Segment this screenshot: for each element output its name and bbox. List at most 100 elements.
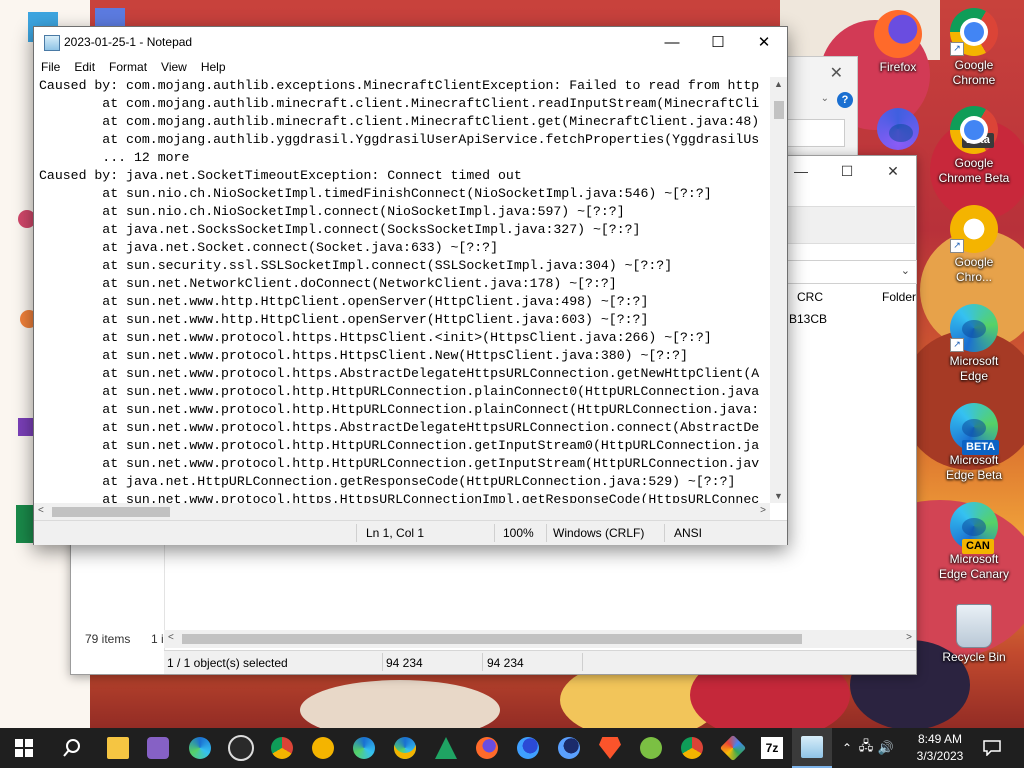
chevron-down-icon[interactable]: ⌄: [901, 264, 910, 277]
desktop-icon-firefox[interactable]: Firefox: [860, 10, 936, 75]
dialog-field[interactable]: [787, 119, 845, 147]
triangle-app-icon: [435, 737, 457, 759]
text-line: at com.mojang.authlib.minecraft.client.M…: [39, 114, 760, 129]
help-icon[interactable]: ?: [837, 92, 853, 108]
notepad-icon: [801, 736, 823, 758]
horizontal-scrollbar[interactable]: < >: [34, 503, 770, 520]
recycle-bin-icon: [956, 604, 992, 648]
volume-icon[interactable]: 🔊: [876, 740, 896, 756]
text-line: at sun.net.www.http.HttpClient.openServe…: [39, 312, 649, 327]
taskbar-firefox-dev[interactable]: [508, 728, 548, 768]
text-line: at java.net.HttpURLConnection.getRespons…: [39, 474, 736, 489]
text-line: at sun.net.www.protocol.http.HttpURLConn…: [39, 438, 760, 453]
7zip-column-header: CRC Folder: [787, 286, 916, 308]
title-bar[interactable]: 2023-01-25-1 - Notepad — ☐ ✕: [34, 27, 787, 57]
taskbar-brave[interactable]: [590, 728, 630, 768]
size-value: 94 234: [386, 656, 423, 670]
cursor-position: Ln 1, Col 1: [366, 526, 425, 540]
text-line: at java.net.SocksSocketImpl.connect(Sock…: [39, 222, 641, 237]
desktop-icon-google-chrome-beta[interactable]: Beta Google Chrome Beta: [936, 106, 1012, 186]
text-line: at java.net.Socket.connect(Socket.java:6…: [39, 240, 498, 255]
desktop-icon-microsoft-edge-canary[interactable]: CAN Microsoft Edge Canary: [936, 502, 1012, 582]
clock-time: 8:49 AM: [917, 732, 963, 746]
desktop-icon-microsoft-edge-beta[interactable]: BETA Microsoft Edge Beta: [936, 403, 1012, 483]
text-line: at sun.net.www.protocol.https.AbstractDe…: [39, 420, 760, 435]
window-controls: — ☐ ✕: [649, 27, 787, 57]
scroll-right-arrow-icon[interactable]: >: [760, 505, 766, 516]
firefox-icon: [874, 10, 922, 58]
taskbar-chrome[interactable]: [672, 728, 712, 768]
menu-file[interactable]: File: [34, 57, 67, 77]
taskbar-chrome-beta[interactable]: [262, 728, 302, 768]
taskbar-7zip[interactable]: 7z: [752, 728, 792, 768]
7zip-address-bar[interactable]: ⌄: [787, 260, 917, 284]
column-crc[interactable]: CRC: [797, 290, 823, 304]
text-line: at sun.net.www.protocol.https.HttpsClien…: [39, 330, 712, 345]
chrome-beta-icon: Beta: [950, 106, 998, 154]
window-title: 2023-01-25-1 - Notepad: [64, 35, 193, 49]
scroll-left-arrow-icon[interactable]: <: [38, 505, 44, 516]
taskbar-green-app[interactable]: [631, 728, 671, 768]
scroll-left-arrow-icon[interactable]: <: [168, 632, 174, 643]
maximize-button[interactable]: ☐: [824, 156, 870, 186]
folder-icon: [107, 737, 129, 759]
edge-beta-icon: [353, 737, 375, 759]
scroll-thumb[interactable]: [52, 507, 170, 517]
desktop-icon-google-chrome-canary[interactable]: ↗ Google Chro...: [936, 205, 1012, 285]
clock[interactable]: 8:49 AM 3/3/2023: [900, 731, 980, 765]
scroll-right-arrow-icon[interactable]: >: [906, 632, 912, 643]
taskbar-edge[interactable]: [180, 728, 220, 768]
horizontal-scrollbar[interactable]: < >: [164, 630, 916, 648]
desktop-icon-edge-partial[interactable]: [860, 108, 936, 152]
chevron-up-icon[interactable]: ⌃: [838, 741, 856, 755]
vertical-scrollbar[interactable]: ▲ ▼: [770, 77, 787, 503]
taskbar-sheets[interactable]: [426, 728, 466, 768]
system-tray: ⌃ 🖧 🔊: [838, 728, 896, 768]
text-line: at sun.nio.ch.NioSocketImpl.timedFinishC…: [39, 186, 712, 201]
shortcut-arrow-icon: ↗: [950, 338, 964, 352]
network-icon[interactable]: 🖧: [856, 737, 876, 759]
taskbar-chrome-canary[interactable]: [303, 728, 343, 768]
scroll-up-arrow-icon[interactable]: ▲: [774, 79, 783, 89]
start-button[interactable]: [4, 728, 44, 768]
notification-icon: [983, 740, 1001, 756]
chevron-down-icon[interactable]: ⌄: [821, 93, 829, 104]
notepad-window[interactable]: 2023-01-25-1 - Notepad — ☐ ✕ File Edit F…: [33, 26, 788, 545]
taskbar-edge-canary[interactable]: [385, 728, 425, 768]
scroll-thumb[interactable]: [182, 634, 802, 644]
close-icon[interactable]: ✕: [830, 63, 843, 83]
taskbar-multicolor-app[interactable]: [713, 728, 753, 768]
edge-canary-icon: CAN: [950, 502, 998, 554]
text-line: at sun.net.NetworkClient.doConnect(Netwo…: [39, 276, 617, 291]
desktop-icon-microsoft-edge[interactable]: ↗ Microsoft Edge: [936, 304, 1012, 384]
maximize-button[interactable]: ☐: [695, 27, 741, 57]
green-app-icon: [640, 737, 662, 759]
scroll-down-arrow-icon[interactable]: ▼: [774, 491, 783, 501]
desktop-icon-recycle-bin[interactable]: Recycle Bin: [936, 604, 1012, 665]
scroll-thumb[interactable]: [774, 101, 784, 119]
taskbar-notepad[interactable]: [792, 728, 832, 768]
taskbar-edge-beta[interactable]: [344, 728, 384, 768]
desktop-icon-google-chrome[interactable]: ↗ Google Chrome: [936, 8, 1012, 88]
menu-format[interactable]: Format: [102, 57, 154, 77]
search-button[interactable]: [52, 728, 92, 768]
menu-help[interactable]: Help: [194, 57, 233, 77]
window-controls: — ☐ ✕: [778, 156, 916, 186]
menu-view[interactable]: View: [154, 57, 194, 77]
multicolor-app-icon: [719, 734, 747, 762]
edge-icon: [189, 737, 211, 759]
text-editor[interactable]: Caused by: com.mojang.authlib.exceptions…: [34, 77, 772, 503]
packed-size-value: 94 234: [487, 656, 524, 670]
taskbar-obs[interactable]: [221, 728, 261, 768]
menu-edit[interactable]: Edit: [67, 57, 102, 77]
taskbar-visual-studio[interactable]: [138, 728, 178, 768]
taskbar-firefox-nightly[interactable]: [549, 728, 589, 768]
notification-center-button[interactable]: [972, 728, 1012, 768]
minimize-button[interactable]: —: [649, 27, 695, 57]
close-button[interactable]: ✕: [870, 156, 916, 186]
close-button[interactable]: ✕: [741, 27, 787, 57]
taskbar-firefox[interactable]: [467, 728, 507, 768]
column-folder[interactable]: Folder: [882, 290, 916, 304]
taskbar-file-explorer[interactable]: [98, 728, 138, 768]
items-count: 79 items: [85, 632, 131, 646]
